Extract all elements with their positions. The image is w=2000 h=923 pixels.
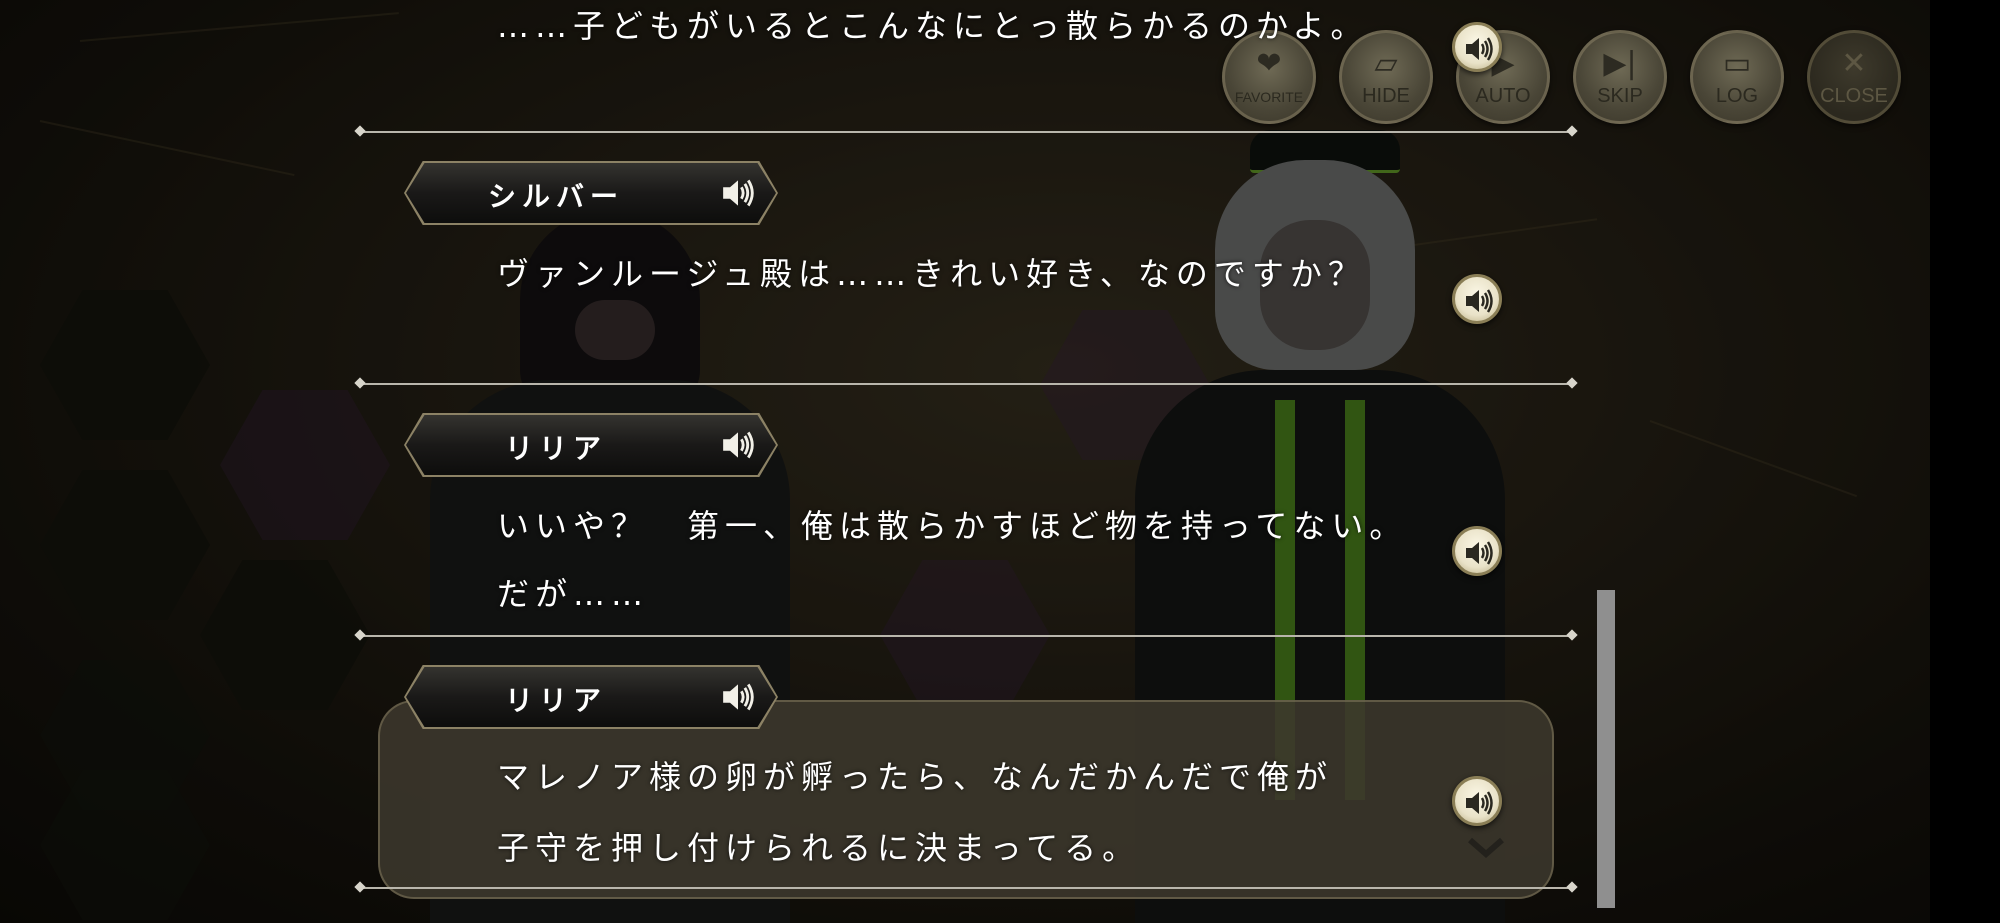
- close-icon: ✕: [1841, 46, 1867, 81]
- skip-label: SKIP: [1597, 85, 1643, 107]
- speaker-icon: [1466, 37, 1493, 61]
- hide-label: HIDE: [1362, 85, 1410, 107]
- screen-edge: [1930, 0, 2000, 923]
- log-scrollbar[interactable]: [1597, 590, 1615, 908]
- skip-icon: ▶|: [1603, 46, 1637, 81]
- skip-button[interactable]: ▶| SKIP: [1573, 30, 1667, 124]
- current-line-highlight: [378, 700, 1554, 899]
- log-divider: [360, 635, 1572, 637]
- log-label: LOG: [1715, 85, 1759, 107]
- speaker-icon: [1466, 791, 1493, 815]
- dialogue-line: いいや？ 第一、俺は散らかすほど物を持ってない。: [497, 507, 1408, 545]
- chevron-down-icon: [1468, 837, 1504, 858]
- dialogue-line: ……子どもがいるとこんなにとっ散らかるのかよ。: [497, 7, 1369, 45]
- speaker-nameplate: シルバー: [406, 163, 776, 223]
- speaker-icon[interactable]: [720, 681, 756, 717]
- close-label: CLOSE: [1820, 85, 1888, 107]
- speaker-nameplate: リリア: [406, 667, 776, 727]
- dialogue-line: ヴァンルージュ殿は……きれい好き、なのですか？: [497, 255, 1366, 293]
- favorite-label: FAVORITE: [1234, 89, 1304, 105]
- log-divider: [360, 131, 1572, 133]
- log-divider: [360, 887, 1572, 889]
- dialogue-line: だが……: [497, 575, 650, 613]
- dialogue-line: 子守を押し付けられるに決まってる。: [497, 829, 1141, 867]
- close-button[interactable]: ✕ CLOSE: [1807, 30, 1901, 124]
- voice-replay-button[interactable]: [1452, 274, 1502, 324]
- log-divider: [360, 383, 1572, 385]
- speaker-name: シルバー: [487, 180, 624, 213]
- heart-icon: ❤: [1256, 46, 1282, 81]
- speaker-icon: [1466, 541, 1493, 565]
- speaker-nameplate: リリア: [406, 415, 776, 475]
- hide-icon: ▱: [1374, 46, 1398, 81]
- voice-replay-button[interactable]: [1452, 526, 1502, 576]
- speaker-icon[interactable]: [720, 429, 756, 465]
- speaker-name: リリア: [504, 432, 607, 465]
- dialogue-line: マレノア様の卵が孵ったら、なんだかんだで俺が: [497, 758, 1334, 796]
- speaker-name: リリア: [504, 684, 607, 717]
- auto-label: AUTO: [1475, 85, 1531, 107]
- speaker-icon[interactable]: [720, 177, 756, 213]
- log-icon: ▭: [1722, 46, 1752, 81]
- voice-replay-button[interactable]: [1452, 776, 1502, 826]
- log-button[interactable]: ▭ LOG: [1690, 30, 1784, 124]
- voice-replay-button[interactable]: [1452, 22, 1502, 72]
- speaker-icon: [1466, 289, 1493, 313]
